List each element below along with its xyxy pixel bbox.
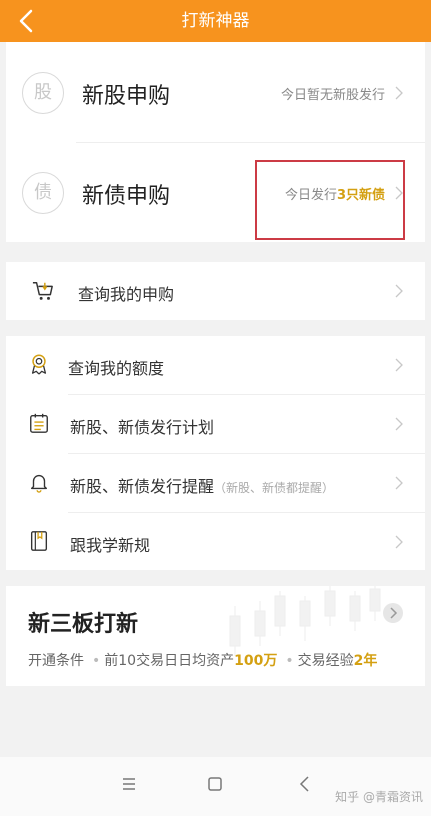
issue-reminder-label: 新股、新债发行提醒（新股、新债都提醒） xyxy=(70,473,334,497)
chevron-right-icon xyxy=(395,284,403,298)
condition-assets-prefix: 前10交易日日均资产 xyxy=(104,653,235,669)
menu-card: 查询我的额度 新股、新债发行计划 新股、新债发行提醒（新股、新债都提醒） 跟我学… xyxy=(6,336,425,570)
query-subscription-label: 查询我的申购 xyxy=(78,285,175,304)
back-icon[interactable] xyxy=(292,771,318,797)
issue-reminder-text: 新股、新债发行提醒 xyxy=(70,477,215,496)
page-title: 打新神器 xyxy=(181,11,250,31)
highlight-box xyxy=(255,160,405,240)
bond-badge-icon: 债 xyxy=(22,172,64,214)
app-header: 打新神器 xyxy=(0,0,431,42)
chevron-right-icon xyxy=(395,476,403,490)
calendar-list-icon xyxy=(30,413,48,433)
issue-reminder-hint: （新股、新债都提醒） xyxy=(214,481,335,495)
query-quota-label: 查询我的额度 xyxy=(68,359,165,378)
learn-rules-label: 跟我学新规 xyxy=(70,536,151,555)
issue-plan-label: 新股、新债发行计划 xyxy=(70,418,215,437)
subscription-card: 股 新股申购 今日暂无新股发行 债 新债申购 今日发行3只新债 xyxy=(6,42,425,242)
neeq-ipo-title: 新三板打新 xyxy=(28,612,139,637)
cart-icon xyxy=(32,282,53,300)
neeq-ipo-card[interactable]: 新三板打新 开通条件 • 前10交易日日均资产100万 • 交易经验2年 xyxy=(6,586,425,686)
new-stock-note: 今日暂无新股发行 xyxy=(280,88,385,103)
issue-reminder-row[interactable]: 新股、新债发行提醒（新股、新债都提醒） xyxy=(6,454,425,512)
condition-experience-value: 2年 xyxy=(353,653,378,669)
watermark: 知乎 @青霜资讯 xyxy=(335,790,423,804)
new-bond-title: 新债申购 xyxy=(82,184,171,209)
condition-experience-prefix: 交易经验 xyxy=(297,653,354,669)
medal-icon xyxy=(31,354,47,375)
issue-plan-row[interactable]: 新股、新债发行计划 xyxy=(6,395,425,453)
chevron-right-icon xyxy=(395,358,403,372)
new-stock-subscribe-row[interactable]: 股 新股申购 今日暂无新股发行 xyxy=(6,42,425,142)
stock-badge-icon: 股 xyxy=(22,72,64,114)
bullet-dot: • xyxy=(285,653,294,669)
home-icon[interactable] xyxy=(202,771,228,797)
condition-assets-value: 100万 xyxy=(234,653,278,669)
candlestick-background-graphic xyxy=(229,586,381,656)
query-quota-row[interactable]: 查询我的额度 xyxy=(6,336,425,394)
chevron-right-icon xyxy=(395,535,403,549)
condition-label: 开通条件 xyxy=(28,653,84,669)
query-subscription-row[interactable]: 查询我的申购 xyxy=(6,262,425,320)
new-stock-title: 新股申购 xyxy=(82,84,171,109)
bullet-dot: • xyxy=(92,653,101,669)
neeq-conditions: 开通条件 • 前10交易日日均资产100万 • 交易经验2年 xyxy=(28,650,377,670)
chevron-right-icon xyxy=(395,86,403,100)
chevron-right-circle-icon[interactable] xyxy=(382,602,404,624)
menu-icon[interactable] xyxy=(116,771,142,797)
system-nav-bar: 知乎 @青霜资讯 xyxy=(0,757,431,816)
chevron-right-icon xyxy=(395,417,403,431)
book-icon xyxy=(30,531,48,551)
bell-icon xyxy=(30,474,48,493)
learn-rules-row[interactable]: 跟我学新规 xyxy=(6,513,425,570)
